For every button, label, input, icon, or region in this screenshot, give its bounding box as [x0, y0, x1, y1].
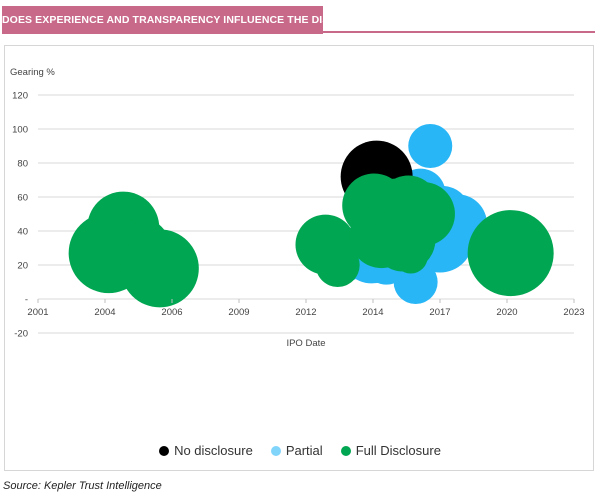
x-tick-label: 2009 — [228, 307, 249, 318]
bubbles — [68, 124, 554, 308]
y-tick-labels: 120 100 80 60 40 20 - -20 — [12, 91, 28, 340]
bubble-point — [295, 214, 356, 275]
x-tick-label: 2012 — [295, 307, 316, 318]
legend-label: Full Disclosure — [355, 443, 441, 458]
legend-item: Partial — [270, 443, 323, 458]
x-axis-label: IPO Date — [286, 338, 325, 349]
legend-marker — [270, 445, 281, 456]
bubble-point — [120, 229, 199, 308]
y-tick-label: 40 — [17, 227, 28, 238]
bubble-point — [408, 124, 453, 168]
x-tick-label: 2020 — [496, 307, 517, 318]
x-tick-label: 2023 — [563, 307, 584, 318]
legend-label: Partial — [285, 443, 323, 458]
x-tick-label: 2006 — [161, 307, 182, 318]
bubble-point — [467, 210, 554, 297]
y-tick-label: 120 — [12, 91, 28, 102]
x-tick-label: 2001 — [27, 307, 48, 318]
legend-marker — [340, 445, 351, 456]
source-note: Source: Kepler Trust Intelligence — [3, 480, 162, 492]
x-tick-labels: 2001 2004 2006 2009 2012 2014 2017 2020 2023 — [27, 299, 585, 318]
y-tick-label: - — [25, 295, 28, 306]
y-tick-label: 80 — [17, 159, 28, 170]
legend-item: No disclosure — [159, 443, 253, 458]
x-tick-label: 2017 — [429, 307, 450, 318]
legend-marker — [159, 445, 170, 456]
x-tick-label: 2004 — [94, 307, 115, 318]
y-axis-label: Gearing % — [10, 67, 55, 78]
y-tick-label: 100 — [12, 125, 28, 136]
bubble-chart: 12010080604020--20 2001 2004 2006 2009 2012 2… — [10, 67, 585, 349]
y-tick-label: -20 — [14, 329, 28, 340]
y-tick-label: 60 — [17, 193, 28, 204]
series-full-disclosure — [68, 173, 554, 308]
legend: No disclosure Partial Full Disclosure — [0, 443, 600, 458]
y-tick-label: 20 — [17, 261, 28, 272]
x-tick-label: 2014 — [362, 307, 383, 318]
legend-label: No disclosure — [174, 443, 253, 458]
bubble-point — [393, 239, 428, 274]
legend-item: Full Disclosure — [340, 443, 441, 458]
